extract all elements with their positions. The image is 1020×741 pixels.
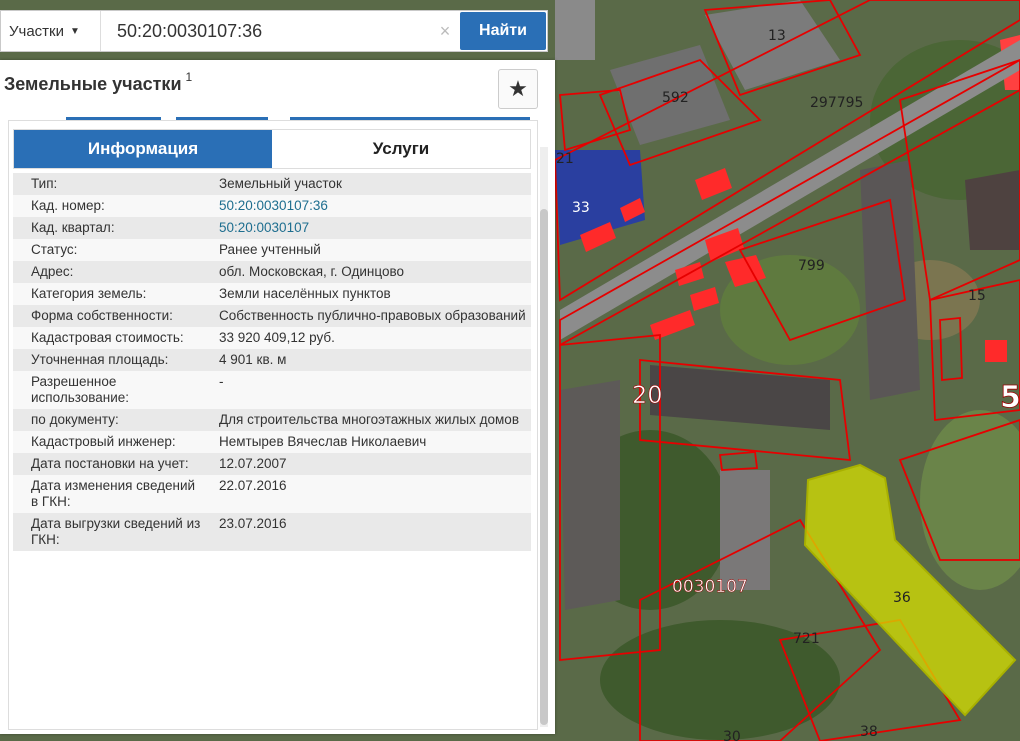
attribute-row: Адрес: обл. Московская, г. Одинцово [13, 261, 531, 283]
map-district-label: 5 [1000, 380, 1020, 415]
favorite-button[interactable]: ★ [498, 69, 538, 109]
search-type-dropdown[interactable]: Участки ▼ [1, 11, 101, 51]
scrollbar-thumb[interactable] [540, 209, 548, 725]
map-label: 15 [968, 288, 986, 304]
map-label: 36 [893, 590, 911, 606]
attribute-row: Уточненная площадь: 4 901 кв. м [13, 349, 531, 371]
attribute-value-link[interactable]: 50:20:0030107:36 [201, 195, 531, 217]
attribute-key: Дата изменения сведений в ГКН: [31, 478, 196, 509]
attribute-row: Кад. квартал: 50:20:0030107 [13, 217, 531, 239]
attribute-value: Для строительства многоэтажных жилых дом… [219, 412, 519, 427]
map-label: 13 [768, 28, 786, 44]
panel-title-text: Земельные участки [4, 74, 182, 94]
tab-services[interactable]: Услуги [272, 130, 530, 168]
attribute-row: Разрешенное использование: - [13, 371, 531, 409]
result-count: 1 [185, 70, 193, 84]
attribute-row: Статус: Ранее учтенный [13, 239, 531, 261]
map-label: 721 [793, 631, 820, 647]
attribute-key: Форма собственности: [31, 308, 173, 323]
info-panel: Земельные участки 1 ★ Информация Услуги Т… [0, 60, 555, 734]
tab-information[interactable]: Информация [14, 130, 272, 168]
attribute-row: Тип: Земельный участок [13, 173, 531, 195]
details-box: Информация Услуги Тип: Земельный участок К… [8, 120, 538, 730]
attribute-value-link[interactable]: 50:20:0030107 [201, 217, 531, 239]
map-label: 21 [556, 151, 574, 167]
attribute-key: по документу: [31, 412, 119, 427]
attribute-value: 12.07.2007 [219, 456, 287, 471]
attribute-value: 33 920 409,12 руб. [219, 330, 335, 345]
find-button[interactable]: Найти [460, 12, 546, 50]
attribute-row: Категория земель: Земли населённых пункто… [13, 283, 531, 305]
attribute-key: Кадастровая стоимость: [31, 330, 184, 345]
map-label: 592 [662, 90, 689, 106]
attribute-value: Земельный участок [219, 176, 342, 191]
map-quarter-label: 0030107 [672, 577, 748, 597]
attribute-key: Дата постановки на учет: [31, 456, 189, 471]
attribute-key: Кадастровый инженер: [31, 434, 176, 449]
map-label: 297795 [810, 95, 863, 111]
map-label: 33 [572, 200, 590, 216]
attribute-row: по документу: Для строительства многоэтаж… [13, 409, 531, 431]
attribute-row: Кадастровый инженер: Немтырев Вячеслав Ни… [13, 431, 531, 453]
search-bar: Участки ▼ × Найти [0, 10, 548, 52]
attribute-row: Кадастровая стоимость: 33 920 409,12 руб. [13, 327, 531, 349]
panel-scrollbar[interactable] [540, 147, 548, 727]
attribute-value: 22.07.2016 [219, 478, 287, 493]
chevron-down-icon: ▼ [70, 25, 80, 37]
attribute-table: Тип: Земельный участок Кад. номер: 50:20:00… [13, 173, 531, 551]
attribute-key: Дата выгрузки сведений из ГКН: [31, 516, 201, 547]
attribute-value: - [219, 374, 224, 389]
attribute-value: Немтырев Вячеслав Николаевич [219, 434, 427, 449]
star-icon: ★ [508, 76, 528, 101]
attribute-row: Дата выгрузки сведений из ГКН: 23.07.2016 [13, 513, 531, 551]
clear-search-button[interactable]: × [430, 21, 460, 42]
attribute-key: Разрешенное использование: [31, 374, 130, 405]
attribute-value: Земли населённых пунктов [219, 286, 391, 301]
attribute-key: Кад. квартал: [31, 220, 115, 235]
attribute-key: Тип: [31, 176, 58, 191]
search-input[interactable] [101, 10, 430, 52]
attribute-key: Кад. номер: [31, 198, 105, 213]
attribute-row: Кад. номер: 50:20:0030107:36 [13, 195, 531, 217]
attribute-key: Адрес: [31, 264, 74, 279]
map-quarter-label: 20 [632, 381, 663, 409]
attribute-key: Статус: [31, 242, 78, 257]
attribute-value: 4 901 кв. м [219, 352, 287, 367]
attribute-value: 23.07.2016 [219, 516, 287, 531]
attribute-key: Уточненная площадь: [31, 352, 169, 367]
attribute-row: Форма собственности: Собственность публич… [13, 305, 531, 327]
map-label: 38 [860, 724, 878, 740]
attribute-row: Дата постановки на учет: 12.07.2007 [13, 453, 531, 475]
map-label: 799 [798, 258, 825, 274]
panel-title: Земельные участки 1 [4, 70, 192, 95]
map-label: 30 [723, 729, 741, 741]
details-tabs: Информация Услуги [13, 129, 531, 169]
attribute-value: Ранее учтенный [219, 242, 321, 257]
attribute-value: Собственность публично-правовых образова… [219, 308, 526, 323]
attribute-value: обл. Московская, г. Одинцово [219, 264, 404, 279]
attribute-row: Дата изменения сведений в ГКН: 22.07.2016 [13, 475, 531, 513]
attribute-key: Категория земель: [31, 286, 147, 301]
search-type-label: Участки [9, 22, 64, 40]
